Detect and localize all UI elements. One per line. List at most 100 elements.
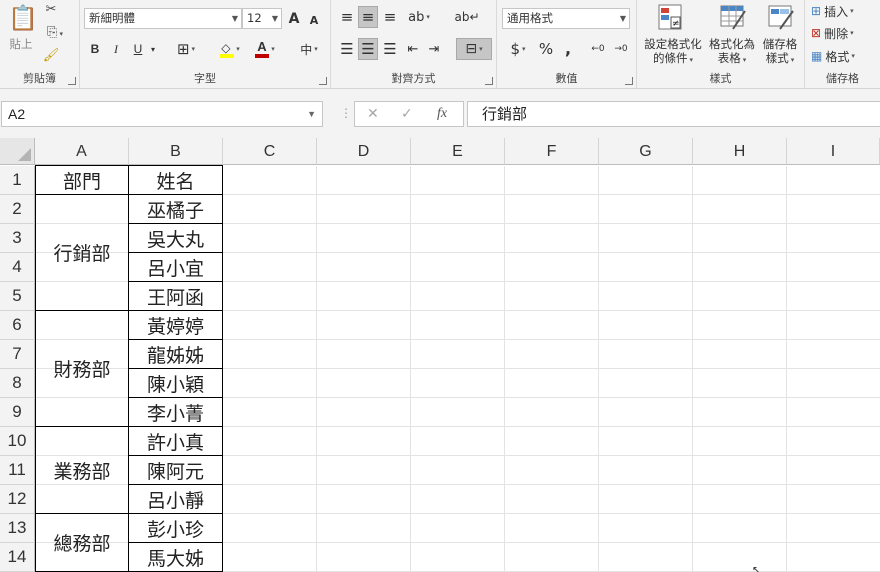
row-header-5[interactable]: 5 bbox=[0, 282, 35, 311]
align-middle-icon[interactable]: ≡ bbox=[358, 6, 378, 28]
merged-dept-cell[interactable]: 總務部 bbox=[35, 513, 129, 572]
cell-a1-dept-header[interactable]: 部門 bbox=[35, 165, 129, 195]
decrease-decimal-button[interactable]: →0 bbox=[610, 38, 632, 60]
format-icon: ▦ bbox=[811, 49, 823, 63]
increase-decimal-button[interactable]: ←0 bbox=[587, 38, 609, 60]
row-header-4[interactable]: 4 bbox=[0, 253, 35, 282]
name-cell[interactable]: 陳小穎 bbox=[129, 368, 223, 398]
name-box[interactable]: A2 ▼ bbox=[1, 101, 323, 127]
name-cell[interactable]: 李小菁 bbox=[129, 397, 223, 427]
cell-b1-name-header[interactable]: 姓名 bbox=[129, 165, 223, 195]
conditional-formatting-icon[interactable]: ≠ bbox=[657, 3, 683, 31]
row-header-8[interactable]: 8 bbox=[0, 369, 35, 398]
borders-icon[interactable]: ⊞ ▾ bbox=[172, 38, 200, 60]
name-cell[interactable]: 呂小靜 bbox=[129, 484, 223, 514]
formula-input[interactable]: 行銷部 bbox=[467, 101, 880, 127]
row-header-7[interactable]: 7 bbox=[0, 340, 35, 369]
merged-dept-cell[interactable]: 業務部 bbox=[35, 426, 129, 514]
delete-button[interactable]: ⊠ 刪除 ▾ bbox=[811, 22, 877, 44]
align-bottom-icon[interactable]: ≡ bbox=[380, 6, 400, 28]
number-launcher-icon[interactable] bbox=[625, 77, 633, 85]
row-header-6[interactable]: 6 bbox=[0, 311, 35, 340]
wrap-text-icon[interactable]: ab↵ bbox=[454, 6, 479, 28]
font-name-dropdown[interactable]: 新細明體 ▼ bbox=[84, 8, 242, 29]
bold-button[interactable]: B bbox=[86, 38, 104, 60]
select-all-button[interactable] bbox=[0, 138, 35, 165]
merge-center-icon[interactable]: ⊟ ▾ bbox=[456, 38, 492, 60]
currency-button[interactable]: $ ▾ bbox=[505, 38, 531, 60]
row-header-13[interactable]: 13 bbox=[0, 514, 35, 543]
font-group: 新細明體 ▼ 12 ▼ A A B I U ▾ ⊞ ▾ ◇ ▾ A ▾ 中 ▾ 字型 bbox=[80, 0, 331, 89]
grow-font-button[interactable]: A bbox=[285, 8, 303, 30]
shrink-font-button[interactable]: A bbox=[306, 9, 322, 31]
number-format-dropdown[interactable]: 通用格式 ▼ bbox=[502, 8, 630, 29]
fill-color-button[interactable]: ◇ ▾ bbox=[215, 38, 245, 60]
name-cell[interactable]: 馬大姊 bbox=[129, 542, 223, 572]
column-header-i[interactable]: I bbox=[787, 138, 880, 165]
merged-dept-cell[interactable]: 行銷部 bbox=[35, 194, 129, 311]
row-header-1[interactable]: 1 bbox=[0, 166, 35, 195]
column-header-h[interactable]: H bbox=[693, 138, 787, 165]
enter-icon[interactable]: ✓ bbox=[401, 106, 413, 122]
align-right-icon[interactable]: ☰ bbox=[380, 38, 400, 60]
row-header-11[interactable]: 11 bbox=[0, 456, 35, 485]
column-header-e[interactable]: E bbox=[411, 138, 505, 165]
orientation-icon[interactable]: ab ▾ bbox=[404, 6, 434, 28]
column-header-b[interactable]: B bbox=[129, 138, 223, 165]
formula-bar-grip-icon[interactable]: ⋮ bbox=[340, 106, 352, 122]
conditional-formatting-button[interactable]: 設定格式化 的條件 ▾ bbox=[641, 37, 705, 67]
name-cell[interactable]: 吳大丸 bbox=[129, 223, 223, 253]
increase-indent-icon[interactable]: ⇥ bbox=[424, 38, 444, 60]
worksheet-grid[interactable]: ABCDEFGHI 1 2 3 4 5 6 7 8 9 10 11 12 13 14 部門 姓名 行銷部 財務部… bbox=[0, 138, 880, 572]
row-header-3[interactable]: 3 bbox=[0, 224, 35, 253]
name-cell[interactable]: 陳阿元 bbox=[129, 455, 223, 485]
format-button[interactable]: ▦ 格式 ▾ bbox=[811, 45, 877, 67]
cut-icon[interactable]: ✂ bbox=[42, 2, 60, 18]
cell-styles-button[interactable]: 儲存格 樣式 ▾ bbox=[757, 37, 803, 67]
alignment-launcher-icon[interactable] bbox=[485, 77, 493, 85]
row-header-14[interactable]: 14 bbox=[0, 543, 35, 572]
column-header-c[interactable]: C bbox=[223, 138, 317, 165]
font-color-button[interactable]: A ▾ bbox=[251, 38, 279, 60]
paste-icon[interactable]: 📋 bbox=[8, 3, 38, 33]
font-size-dropdown[interactable]: 12 ▼ bbox=[242, 8, 282, 29]
insert-button[interactable]: ⊞ 插入 ▾ bbox=[811, 0, 877, 22]
phonetic-button[interactable]: 中 ▾ bbox=[292, 38, 326, 60]
row-header-9[interactable]: 9 bbox=[0, 398, 35, 427]
column-header-f[interactable]: F bbox=[505, 138, 599, 165]
italic-button[interactable]: I bbox=[108, 38, 124, 60]
name-cell[interactable]: 王阿函 bbox=[129, 281, 223, 311]
cell-styles-icon[interactable] bbox=[767, 3, 795, 31]
name-cell[interactable]: 黃婷婷 bbox=[129, 310, 223, 340]
paste-button[interactable]: 貼上 bbox=[4, 37, 38, 51]
merged-dept-cell[interactable]: 財務部 bbox=[35, 310, 129, 427]
comma-button[interactable]: , bbox=[561, 37, 575, 59]
align-center-icon[interactable]: ☰ bbox=[358, 38, 378, 60]
name-cell[interactable]: 呂小宜 bbox=[129, 252, 223, 282]
column-header-d[interactable]: D bbox=[317, 138, 411, 165]
copy-icon[interactable]: ⎘ ▾ bbox=[42, 25, 68, 42]
format-painter-icon[interactable]: 🖌 bbox=[42, 48, 60, 64]
underline-button[interactable]: U bbox=[130, 38, 146, 60]
row-header-12[interactable]: 12 bbox=[0, 485, 35, 514]
decrease-indent-icon[interactable]: ⇤ bbox=[403, 38, 423, 60]
column-header-g[interactable]: G bbox=[599, 138, 693, 165]
name-cell[interactable]: 彭小珍 bbox=[129, 513, 223, 543]
format-as-table-button[interactable]: 格式化為 表格 ▾ bbox=[707, 37, 757, 67]
insert-function-icon[interactable]: fx bbox=[437, 106, 447, 122]
cancel-icon[interactable]: ✕ bbox=[367, 106, 379, 122]
underline-dropdown-icon[interactable]: ▾ bbox=[148, 38, 158, 60]
align-left-icon[interactable]: ☰ bbox=[337, 38, 357, 60]
name-cell[interactable]: 許小真 bbox=[129, 426, 223, 456]
insert-icon: ⊞ bbox=[811, 4, 822, 18]
name-cell[interactable]: 巫橘子 bbox=[129, 194, 223, 224]
row-header-10[interactable]: 10 bbox=[0, 427, 35, 456]
font-launcher-icon[interactable] bbox=[319, 77, 327, 85]
format-as-table-icon[interactable] bbox=[719, 3, 747, 31]
name-cell[interactable]: 龍姊姊 bbox=[129, 339, 223, 369]
clipboard-launcher-icon[interactable] bbox=[68, 77, 76, 85]
row-header-2[interactable]: 2 bbox=[0, 195, 35, 224]
percent-button[interactable]: % bbox=[537, 38, 555, 60]
align-top-icon[interactable]: ≡ bbox=[337, 6, 357, 28]
column-header-a[interactable]: A bbox=[35, 138, 129, 165]
